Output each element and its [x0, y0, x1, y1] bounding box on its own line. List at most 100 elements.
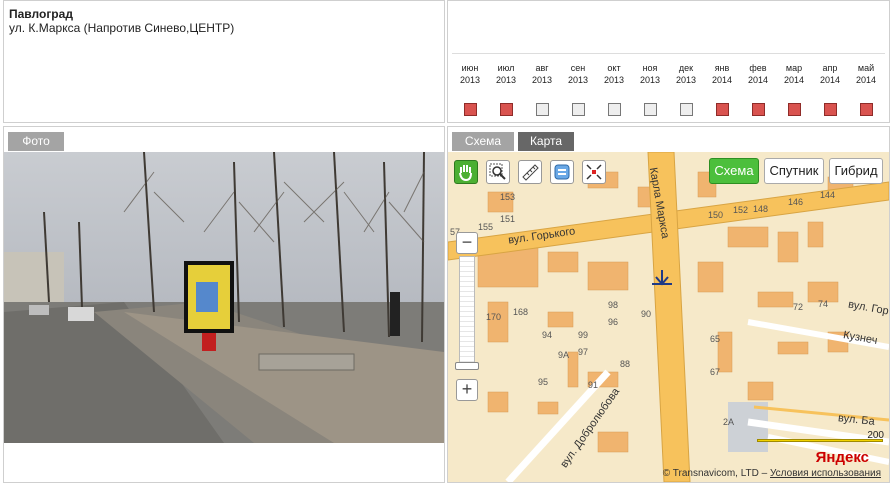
fullscreen-button[interactable]	[582, 160, 606, 184]
zoom-slider-thumb[interactable]	[455, 362, 479, 370]
layer-hybrid-button[interactable]: Гибрид	[829, 158, 883, 184]
occupied-month-square[interactable]	[715, 103, 729, 116]
house-number: 9А	[558, 350, 570, 360]
house-number: 91	[588, 380, 599, 390]
photo-panel: Фото	[3, 126, 445, 483]
house-number: 65	[710, 334, 721, 344]
house-number: 153	[500, 192, 516, 202]
year-label: 2014	[855, 75, 877, 85]
house-number: 97	[578, 347, 589, 357]
house-number: 155	[478, 222, 494, 232]
month-label: ноя	[642, 63, 658, 73]
house-number: 72	[793, 302, 804, 312]
occupied-month-square[interactable]	[787, 103, 801, 116]
hand-icon	[459, 165, 472, 182]
calendar-grid: июн 2013 июл 2013 авг 2013 сен 2013 окт 2013 ноя 20…	[452, 53, 885, 116]
house-number: 99	[578, 330, 589, 340]
year-label: 2013	[531, 75, 553, 85]
house-number: 88	[620, 359, 631, 369]
month-label: мар	[785, 63, 803, 73]
house-number: 67	[710, 367, 721, 377]
zoom-slider-track[interactable]	[459, 256, 475, 364]
month-label: янв	[714, 63, 730, 73]
calendar-month: апр 2014	[812, 62, 848, 116]
free-month-square[interactable]	[571, 103, 585, 116]
house-number: 152	[733, 205, 749, 215]
availability-calendar: июн 2013 июл 2013 авг 2013 сен 2013 окт 2013 ноя 20…	[447, 0, 890, 123]
house-number: 144	[820, 190, 836, 200]
minus-icon: −	[461, 232, 473, 252]
year-label: 2014	[819, 75, 841, 85]
plus-icon: +	[461, 379, 473, 399]
tab-map[interactable]: Карта	[518, 132, 574, 151]
year-label: 2013	[603, 75, 625, 85]
occupied-month-square[interactable]	[499, 103, 513, 116]
free-month-square[interactable]	[643, 103, 657, 116]
month-label: сен	[570, 63, 586, 73]
magnifier-icon	[489, 163, 506, 180]
house-number: 168	[513, 307, 529, 317]
year-label: 2014	[747, 75, 769, 85]
free-month-square[interactable]	[535, 103, 549, 116]
house-number: 2А	[723, 417, 735, 427]
month-label: апр	[822, 63, 838, 73]
calendar-month: мар 2014	[776, 62, 812, 116]
year-label: 2013	[495, 75, 517, 85]
occupied-month-square[interactable]	[463, 103, 477, 116]
zoom-area-button[interactable]	[486, 160, 510, 184]
calendar-month: окт 2013	[596, 62, 632, 116]
occupied-month-square[interactable]	[823, 103, 837, 116]
year-label: 2014	[711, 75, 733, 85]
tab-scheme[interactable]: Схема	[452, 132, 514, 151]
year-label: 2013	[639, 75, 661, 85]
year-label: 2013	[567, 75, 589, 85]
traffic-icon	[554, 164, 570, 180]
ruler-button[interactable]	[518, 160, 542, 184]
month-label: июл	[497, 63, 515, 73]
house-number: 170	[486, 312, 502, 322]
calendar-month: дек 2013	[668, 62, 704, 116]
scale-bar	[757, 439, 883, 442]
layer-satellite-button[interactable]: Спутник	[764, 158, 824, 184]
info-panel: Павлоград ул. К.Маркса (Напротив Синево,…	[3, 0, 445, 123]
month-label: дек	[678, 63, 694, 73]
map-view[interactable]: вул. Горького Карла Маркса вул. Добролюб…	[448, 152, 889, 482]
free-month-square[interactable]	[679, 103, 693, 116]
copyright-text: © Transnavicom, LTD –	[662, 468, 770, 479]
calendar-month: сен 2013	[560, 62, 596, 116]
month-label: авг	[535, 63, 549, 73]
house-number: 146	[788, 197, 804, 207]
terms-link[interactable]: Условия использования	[770, 468, 881, 479]
calendar-month: май 2014	[848, 62, 884, 116]
house-number: 148	[753, 204, 769, 214]
house-number: 150	[708, 210, 724, 220]
house-number: 95	[538, 377, 549, 387]
pan-hand-button[interactable]	[454, 160, 478, 184]
billboard-photo	[4, 152, 444, 443]
address-text: ул. К.Маркса (Напротив Синево,ЦЕНТР)	[9, 21, 235, 35]
calendar-month: ноя 2013	[632, 62, 668, 116]
calendar-month: июл 2013	[488, 62, 524, 116]
house-number: 98	[608, 300, 619, 310]
layer-scheme-button[interactable]: Схема	[709, 158, 759, 184]
month-label: июн	[461, 63, 479, 73]
ruler-icon	[522, 164, 539, 181]
calendar-month: фев 2014	[740, 62, 776, 116]
year-label: 2013	[459, 75, 481, 85]
year-label: 2013	[675, 75, 697, 85]
tab-photo[interactable]: Фото	[8, 132, 64, 151]
zoom-in-button[interactable]: +	[456, 379, 478, 401]
free-month-square[interactable]	[607, 103, 621, 116]
house-number: 74	[818, 299, 829, 309]
map-panel: Схема Карта вул. Горького Карла Маркса в…	[447, 126, 890, 483]
calendar-month: июн 2013	[452, 62, 488, 116]
occupied-month-square[interactable]	[751, 103, 765, 116]
house-number: 151	[500, 214, 516, 224]
collapse-icon	[586, 164, 602, 180]
zoom-out-button[interactable]: −	[456, 232, 478, 254]
calendar-month: янв 2014	[704, 62, 740, 116]
traffic-button[interactable]	[550, 160, 574, 184]
occupied-month-square[interactable]	[859, 103, 873, 116]
calendar-month: авг 2013	[524, 62, 560, 116]
house-number: 90	[641, 309, 652, 319]
